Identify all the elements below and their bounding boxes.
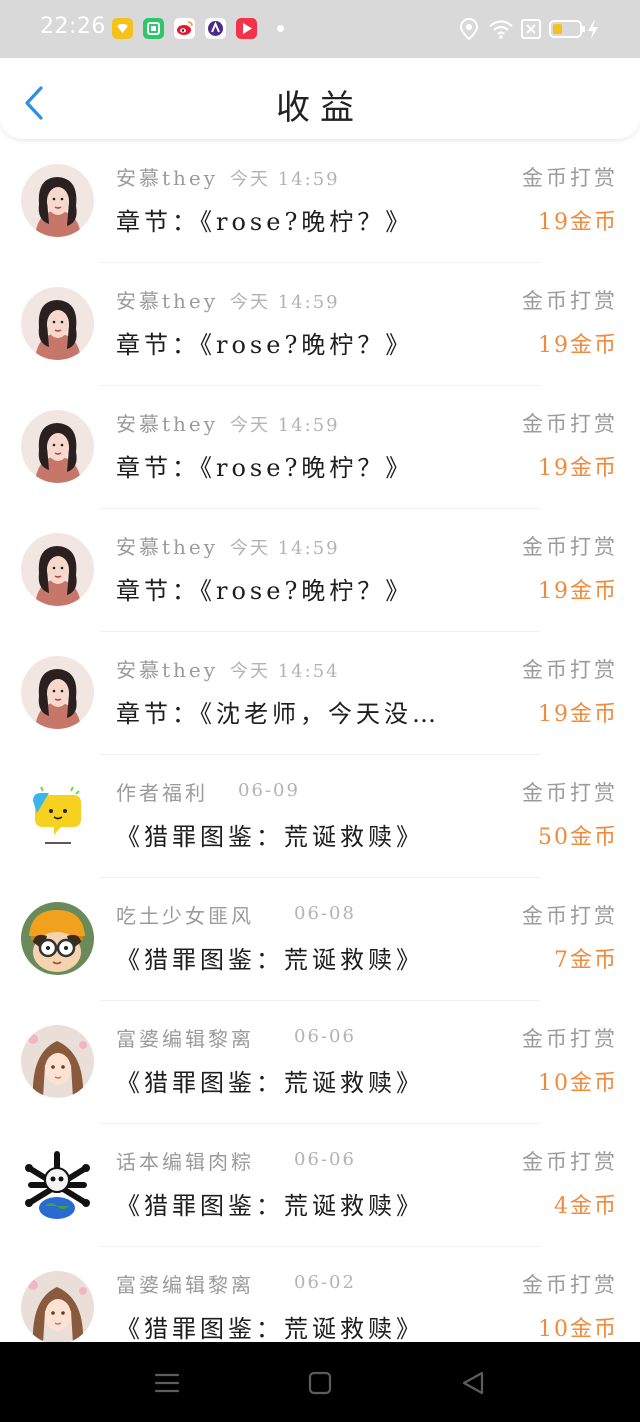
row-amount: 4金币 [554, 1194, 618, 1219]
anime-girl-avatar [21, 1271, 94, 1342]
row-time: 06-09 [238, 780, 300, 801]
row-time: 06-06 [294, 1149, 356, 1170]
row-chapter: 章节：《rose?晚柠？》 [116, 577, 414, 605]
row-type: 金币打赏 [522, 1150, 618, 1174]
list-item[interactable]: 安慕they 今天 14:59 金币打赏 章节：《rose?晚柠？》 19金币 [0, 509, 640, 632]
back-nav-button[interactable] [456, 1366, 490, 1400]
row-type: 金币打赏 [522, 658, 618, 682]
row-user: 安慕they [116, 658, 219, 682]
row-user: 安慕they [116, 289, 219, 313]
status-time: 22:26 [40, 14, 106, 39]
row-amount: 10金币 [538, 1317, 618, 1342]
row-user: 富婆编辑黎离 [116, 1027, 254, 1051]
list-item[interactable]: 富婆编辑黎离 06-06 金币打赏 《猎罪图鉴：荒诞救赎》 10金币 [0, 1001, 640, 1124]
row-time: 今天 14:59 [230, 169, 340, 190]
row-type: 金币打赏 [522, 289, 618, 313]
row-chapter: 章节：《rose?晚柠？》 [116, 208, 414, 236]
home-button[interactable] [303, 1366, 337, 1400]
girl-avatar [21, 164, 94, 237]
weibo-icon [174, 18, 195, 39]
more-notifications-dot [277, 25, 284, 32]
back-triangle-icon [462, 1371, 484, 1395]
header: 收益 [0, 58, 640, 140]
row-amount: 19金币 [538, 702, 618, 727]
purple-app-icon [205, 18, 226, 39]
list-item[interactable]: 作者福利 06-09 金币打赏 《猎罪图鉴：荒诞救赎》 50金币 [0, 755, 640, 878]
row-type: 金币打赏 [522, 166, 618, 190]
girl-avatar [21, 656, 94, 729]
list-item[interactable]: 安慕they 今天 14:59 金币打赏 章节：《rose?晚柠？》 19金币 [0, 386, 640, 509]
green-app-icon [143, 18, 164, 39]
list-item[interactable]: 安慕they 今天 14:59 金币打赏 章节：《rose?晚柠？》 19金币 [0, 140, 640, 263]
charging-icon [586, 17, 600, 45]
row-amount: 19金币 [538, 333, 618, 358]
row-chapter: 《猎罪图鉴：荒诞救赎》 [116, 1315, 424, 1342]
row-chapter: 章节：《rose?晚柠？》 [116, 331, 414, 359]
skull-globe-avatar [21, 1148, 94, 1221]
no-sim-icon [520, 17, 542, 45]
list-item[interactable]: 吃土少女匪风 06-08 金币打赏 《猎罪图鉴：荒诞救赎》 7金币 [0, 878, 640, 1001]
row-user: 话本编辑肉粽 [116, 1150, 254, 1174]
row-amount: 7金币 [554, 948, 618, 973]
home-icon [308, 1371, 332, 1395]
row-type: 金币打赏 [522, 781, 618, 805]
row-type: 金币打赏 [522, 535, 618, 559]
row-time: 今天 14:54 [230, 661, 340, 682]
row-user: 安慕they [116, 412, 219, 436]
row-time: 今天 14:59 [230, 538, 340, 559]
row-amount: 50金币 [538, 825, 618, 850]
girl-avatar [21, 533, 94, 606]
row-user: 安慕they [116, 166, 219, 190]
red-play-icon [236, 18, 257, 39]
row-time: 今天 14:59 [230, 292, 340, 313]
row-chapter: 章节：《沈老师，今天没… [116, 700, 440, 728]
chat-bubble-avatar [21, 779, 94, 852]
row-time: 06-02 [294, 1272, 356, 1293]
earnings-list[interactable]: 安慕they 今天 14:59 金币打赏 章节：《rose?晚柠？》 19金币 … [0, 140, 640, 1342]
row-user: 作者福利 [116, 781, 208, 805]
menu-button[interactable] [150, 1366, 184, 1400]
row-chapter: 章节：《rose?晚柠？》 [116, 454, 414, 482]
page-title: 收益 [276, 88, 364, 128]
anime-girl-avatar [21, 1025, 94, 1098]
row-type: 金币打赏 [522, 1273, 618, 1297]
location-icon [459, 17, 479, 45]
system-nav-bar [0, 1342, 640, 1422]
row-chapter: 《猎罪图鉴：荒诞救赎》 [116, 1069, 424, 1097]
list-item[interactable]: 富婆编辑黎离 06-02 金币打赏 《猎罪图鉴：荒诞救赎》 10金币 [0, 1247, 640, 1342]
status-bar: 22:26 [0, 0, 640, 58]
girl-avatar [21, 410, 94, 483]
menu-icon [154, 1373, 180, 1393]
row-amount: 10金币 [538, 1071, 618, 1096]
row-user: 吃土少女匪风 [116, 904, 254, 928]
row-time: 今天 14:59 [230, 415, 340, 436]
row-time: 06-06 [294, 1026, 356, 1047]
row-chapter: 《猎罪图鉴：荒诞救赎》 [116, 823, 424, 851]
girl-avatar [21, 287, 94, 360]
yellow-app-icon [112, 18, 133, 39]
row-user: 富婆编辑黎离 [116, 1273, 254, 1297]
row-type: 金币打赏 [522, 412, 618, 436]
row-amount: 19金币 [538, 456, 618, 481]
row-type: 金币打赏 [522, 904, 618, 928]
row-amount: 19金币 [538, 579, 618, 604]
cartoon-glasses-avatar [21, 902, 94, 975]
row-type: 金币打赏 [522, 1027, 618, 1051]
row-chapter: 《猎罪图鉴：荒诞救赎》 [116, 946, 424, 974]
list-item[interactable]: 安慕they 今天 14:54 金币打赏 章节：《沈老师，今天没… 19金币 [0, 632, 640, 755]
row-chapter: 《猎罪图鉴：荒诞救赎》 [116, 1192, 424, 1220]
wifi-icon [488, 17, 514, 45]
battery-icon [548, 17, 586, 45]
row-amount: 19金币 [538, 210, 618, 235]
list-item[interactable]: 安慕they 今天 14:59 金币打赏 章节：《rose?晚柠？》 19金币 [0, 263, 640, 386]
list-item[interactable]: 话本编辑肉粽 06-06 金币打赏 《猎罪图鉴：荒诞救赎》 4金币 [0, 1124, 640, 1247]
row-user: 安慕they [116, 535, 219, 559]
row-time: 06-08 [294, 903, 356, 924]
